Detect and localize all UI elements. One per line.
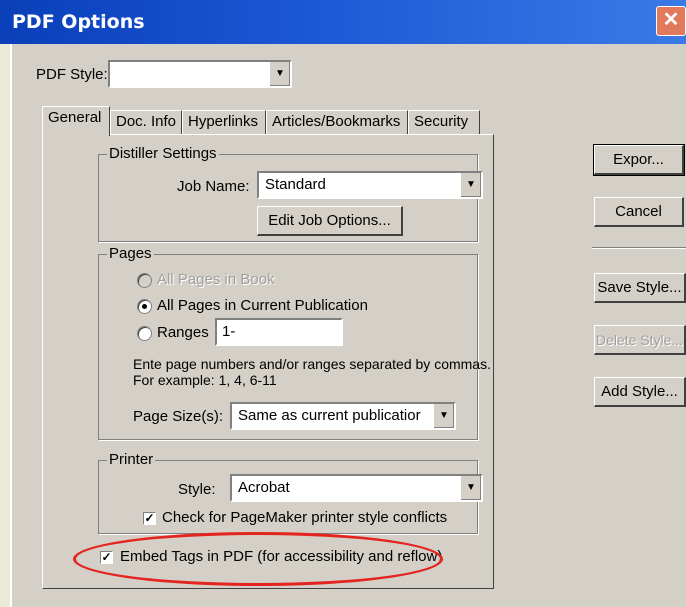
edit-job-options-label: Edit Job Options... [268,212,391,229]
all-pages-in-publication-radio[interactable] [137,299,152,314]
all-pages-in-book-radio[interactable] [137,273,152,288]
job-name-label: Job Name: [177,178,250,195]
save-style-button[interactable]: Save Style... [594,273,686,303]
printer-legend: Printer [107,451,156,468]
delete-style-label: Delete Style... [595,332,684,348]
job-name-value: Standard [265,176,326,193]
title-bar: PDF Options ✕ [0,0,686,44]
pdf-style-select[interactable]: ▼ [108,60,292,88]
all-pages-in-publication-label: All Pages in Current Publication [157,297,368,314]
page-size-label: Page Size(s): [133,408,224,425]
edit-job-options-button[interactable]: Edit Job Options... [257,206,403,236]
tab-articles-bookmarks[interactable]: Articles/Bookmarks [266,110,408,134]
export-label: Expor... [613,151,664,168]
chevron-down-icon[interactable]: ▼ [433,404,454,428]
chevron-down-icon[interactable]: ▼ [269,62,290,86]
distiller-settings-legend: Distiller Settings [107,145,219,162]
save-style-label: Save Style... [597,279,682,296]
page-size-select[interactable]: Same as current publicatior ▼ [230,402,456,430]
button-separator [592,247,686,249]
export-button[interactable]: Expor... [593,144,685,176]
cancel-button[interactable]: Cancel [594,197,684,227]
job-name-select[interactable]: Standard ▼ [257,171,483,199]
tab-hyperlinks[interactable]: Hyperlinks [182,110,266,134]
chevron-down-icon[interactable]: ▼ [460,476,481,500]
ranges-hint-line1: Ente page numbers and/or ranges separate… [133,356,491,372]
close-icon[interactable]: ✕ [656,6,686,36]
cancel-label: Cancel [615,203,662,220]
add-style-button[interactable]: Add Style... [594,377,686,407]
delete-style-button[interactable]: Delete Style... [594,325,686,355]
pdf-options-dialog: PDF Style: ▼ General Doc. Info Hyperlink… [10,44,686,607]
page-size-value: Same as current publicatior [238,407,421,424]
pages-legend: Pages [107,245,154,262]
check-conflicts-checkbox[interactable]: ✓ [143,512,156,525]
all-pages-in-book-label: All Pages in Book [157,271,275,288]
add-style-label: Add Style... [601,383,678,400]
chevron-down-icon[interactable]: ▼ [460,173,481,197]
ranges-input-value: 1- [222,323,236,340]
ranges-radio[interactable] [137,326,152,341]
printer-style-select[interactable]: Acrobat ▼ [230,474,483,502]
embed-tags-label: Embed Tags in PDF (for accessibility and… [120,548,443,565]
tab-security[interactable]: Security [408,110,480,134]
tab-general[interactable]: General [42,106,110,136]
window-title: PDF Options [12,11,145,33]
printer-style-value: Acrobat [238,479,290,496]
check-conflicts-label: Check for PageMaker printer style confli… [162,509,448,526]
ranges-input[interactable]: 1- [215,318,343,346]
printer-style-label: Style: [178,481,216,498]
pdf-style-label: PDF Style: [36,66,108,83]
embed-tags-checkbox[interactable]: ✓ [100,551,113,564]
tab-doc-info[interactable]: Doc. Info [110,110,182,134]
ranges-label: Ranges [157,324,209,341]
ranges-hint-line2: For example: 1, 4, 6-11 [133,372,277,388]
